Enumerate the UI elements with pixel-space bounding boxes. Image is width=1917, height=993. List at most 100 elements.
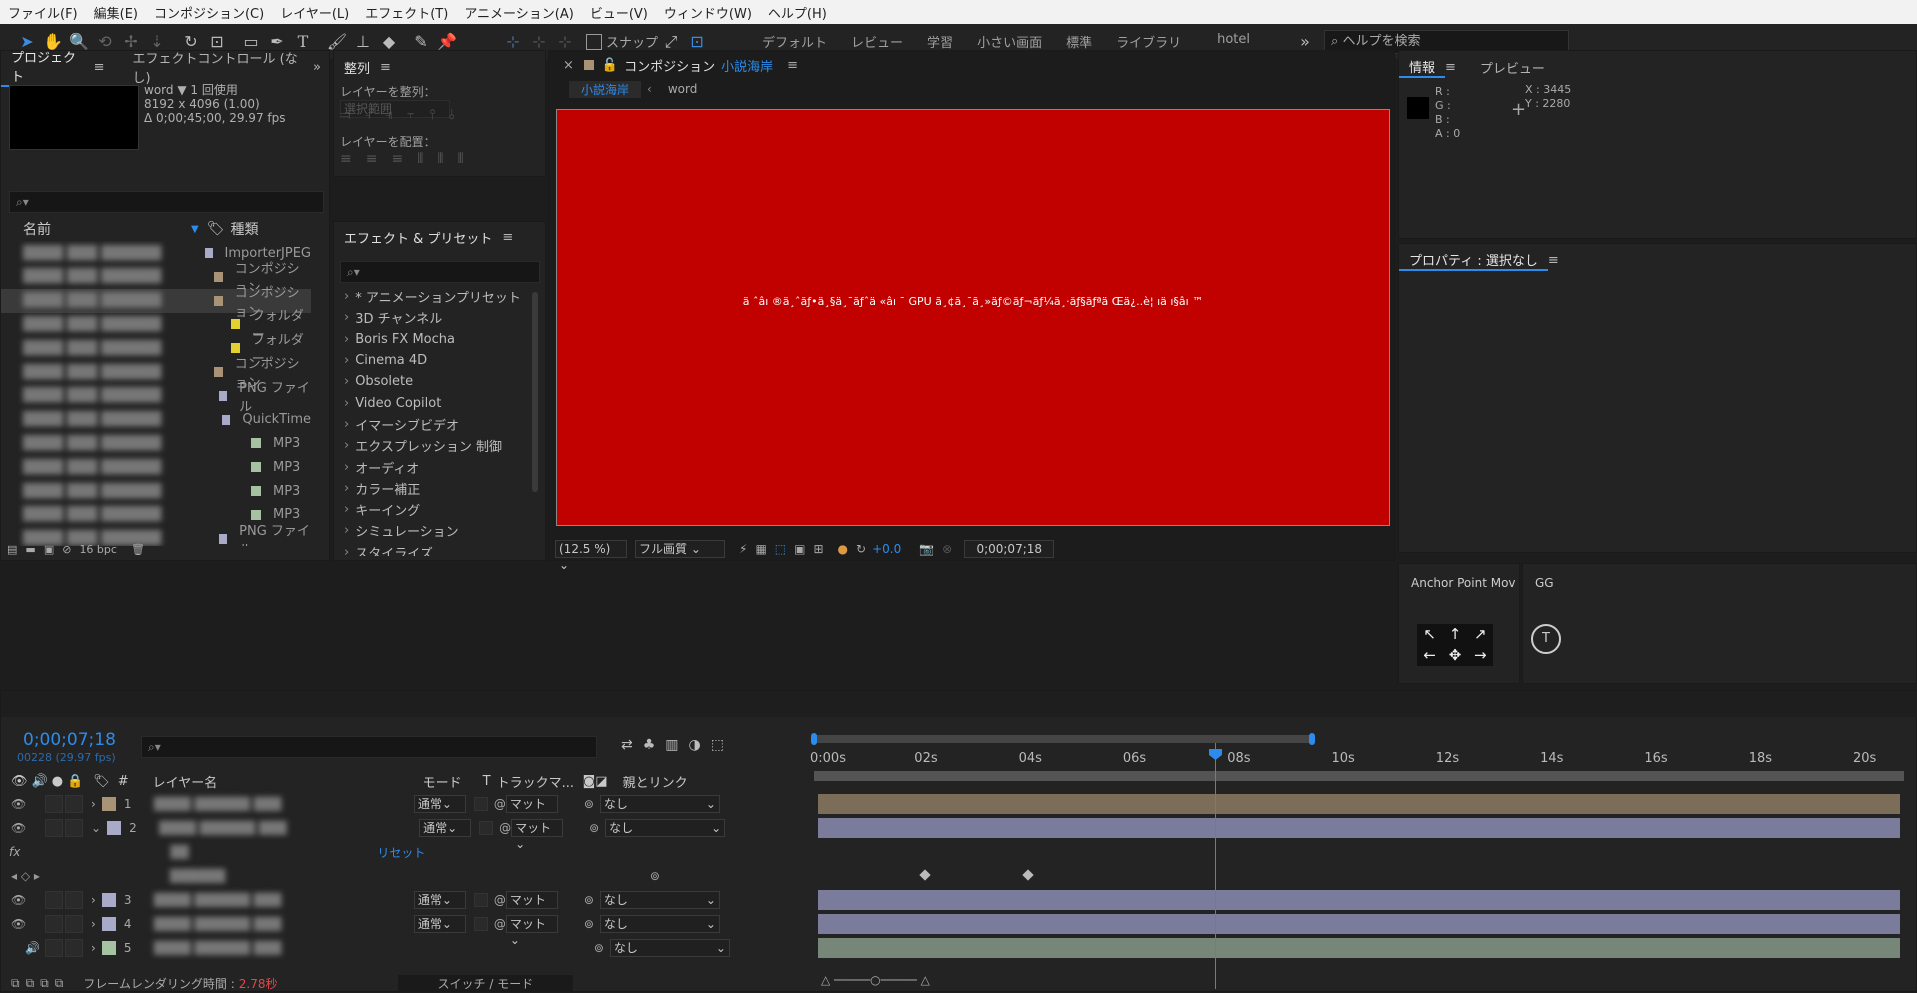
track-matte-select[interactable]: マット⌄	[511, 819, 564, 851]
layer-name[interactable]: ████ ██████ ███	[154, 941, 414, 955]
expand-arrow-icon[interactable]: ›	[91, 893, 96, 907]
table-row[interactable]: fx ██ リセット	[1, 840, 811, 864]
time-ruler[interactable]: 0:00s 02s 04s 06s 08s 10s 12s 14s 16s 18s 20s	[810, 745, 1904, 771]
lock-toggle[interactable]	[65, 915, 83, 933]
comp-timecode[interactable]: 0;00;07;18	[964, 540, 1055, 558]
preserve-transparency-toggle[interactable]	[473, 797, 488, 811]
layer-color-swatch[interactable]	[101, 893, 116, 907]
info-menu-icon[interactable]: ≡	[1445, 60, 1456, 75]
grid-guides-icon[interactable]: ⊞	[813, 542, 823, 556]
track-matte-icon[interactable]: @	[499, 821, 511, 835]
layer-color-swatch[interactable]	[101, 917, 116, 931]
menu-item-0[interactable]: ファイル(F)	[0, 3, 86, 22]
table-row[interactable]: 🔊 › 5 ████ ██████ ███ ⊚ なし ⌄	[1, 936, 811, 960]
effect-category[interactable]: › オーディオ	[334, 456, 529, 477]
effects-search-input[interactable]: ⌕▾	[340, 261, 540, 283]
effect-category[interactable]: › スタイライズ	[334, 542, 529, 556]
playhead[interactable]	[1215, 743, 1216, 989]
anchor-tr-icon[interactable]: ↗	[1468, 624, 1493, 645]
comp-tab-name[interactable]: 小説海岸	[721, 56, 773, 75]
parent-pickwhip-icon[interactable]: ⊚	[584, 917, 594, 931]
preserve-transparency-toggle[interactable]	[479, 821, 494, 835]
parent-select[interactable]: なし ⌄	[599, 795, 720, 813]
visibility-icon[interactable]: 👁	[11, 797, 31, 811]
table-row[interactable]: ◂ ◇ ▸ ██████ ⊚	[1, 864, 811, 888]
visibility-icon[interactable]: 👁	[11, 917, 31, 931]
channel-rgb-icon[interactable]: ●	[838, 542, 848, 556]
timeline-footer-icons[interactable]: ⧉⧉⧉⧉	[11, 976, 69, 991]
switch-mode-toggle[interactable]: スイッチ / モード	[397, 974, 574, 992]
effect-category[interactable]: › * アニメーションプリセット	[334, 286, 529, 307]
lock-toggle[interactable]	[65, 795, 83, 813]
track-matte-select[interactable]: マット⌄	[505, 795, 558, 827]
parent-select[interactable]: なし ⌄	[599, 891, 720, 909]
effect-category[interactable]: › Video Copilot	[334, 392, 529, 413]
expand-arrow-icon[interactable]: ›	[91, 941, 96, 955]
effect-category[interactable]: › エクスプレッション 制御	[334, 435, 529, 456]
table-row[interactable]: 👁 › 4 ████ ██████ ███ 通常⌄ @ マット⌄ ⊚ なし ⌄	[1, 912, 811, 947]
column-type-header[interactable]: 種類	[230, 219, 258, 239]
project-search-input[interactable]: ⌕▾	[9, 191, 324, 213]
expand-arrow-icon[interactable]: ⌄	[91, 821, 101, 835]
layer-duration-bar[interactable]	[818, 818, 1900, 838]
solo-toggle[interactable]	[45, 939, 63, 957]
project-item[interactable]: ████ ███ ██████ MP3	[1, 479, 311, 503]
visibility-icon[interactable]: 👁	[11, 821, 31, 835]
interpret-footage-icon[interactable]: ▤	[7, 543, 17, 556]
layer-color-swatch[interactable]	[101, 941, 116, 955]
parent-select[interactable]: なし ⌄	[605, 819, 726, 837]
show-snapshot-icon[interactable]: ⊗	[942, 542, 952, 556]
menu-item-2[interactable]: コンポジション(C)	[146, 3, 272, 22]
mode-select[interactable]: 通常⌄	[413, 795, 466, 813]
visibility-icon[interactable]: 👁	[11, 893, 31, 907]
track-matte-select[interactable]: マット⌄	[505, 915, 558, 947]
layer-name[interactable]: ████ ██████ ███	[154, 797, 414, 811]
parent-pickwhip-icon[interactable]: ⊚	[584, 893, 594, 907]
expand-arrow-icon[interactable]: ›	[91, 917, 96, 931]
zoom-select[interactable]: (12.5 %) ⌄	[555, 540, 627, 572]
project-item[interactable]: ████ ███ ██████ QuickTime	[1, 408, 311, 432]
preserve-transparency-toggle[interactable]	[473, 917, 488, 931]
audio-icon[interactable]: 🔊	[25, 941, 45, 955]
project-menu-icon[interactable]: ≡	[94, 60, 105, 75]
table-row[interactable]: 👁 ⌄ 2 ████ ██████ ███ 通常⌄ @ マット⌄ ⊚ なし ⌄	[1, 816, 811, 851]
tab-effect-controls[interactable]: エフェクトコントロール (なし)	[123, 48, 314, 86]
project-item[interactable]: ████ ███ ██████ MP3	[1, 455, 311, 479]
work-area-bar[interactable]	[814, 735, 1314, 743]
new-folder-icon[interactable]: ▬	[25, 543, 35, 556]
tab-preview[interactable]: プレビュー	[1470, 58, 1555, 77]
lock-toggle[interactable]	[65, 819, 83, 837]
exposure-value[interactable]: +0.0	[872, 542, 901, 556]
close-comp-icon[interactable]: ×	[563, 58, 574, 73]
anchor-l-icon[interactable]: ←	[1417, 645, 1442, 666]
timeline-timecode[interactable]: 0;00;07;18	[23, 730, 116, 750]
mask-path-icon[interactable]: ⬚	[775, 542, 786, 556]
preserve-transparency-toggle[interactable]	[473, 893, 488, 907]
keyframe-icon[interactable]	[919, 869, 931, 881]
timeline-switches-icons[interactable]: ⇄♣▥◑⬚	[621, 737, 734, 753]
menu-item-5[interactable]: アニメーション(A)	[456, 3, 582, 22]
parent-pickwhip-icon[interactable]: ⊚	[594, 941, 604, 955]
menu-item-1[interactable]: 編集(E)	[86, 3, 146, 22]
mode-select[interactable]: 通常⌄	[413, 915, 466, 933]
breadcrumb-active[interactable]: 小説海岸	[569, 80, 642, 98]
menu-item-3[interactable]: レイヤー(L)	[272, 3, 357, 22]
tab-properties[interactable]: プロパティ : 選択なし	[1399, 250, 1548, 271]
fast-preview-icon[interactable]: ⚡	[739, 542, 747, 556]
effect-category[interactable]: › Boris FX Mocha	[334, 329, 529, 350]
parent-pickwhip-icon[interactable]: ⊚	[589, 821, 599, 835]
effect-category[interactable]: › キーイング	[334, 499, 529, 520]
layer-name[interactable]: ████ ██████ ███	[159, 821, 419, 835]
effect-category[interactable]: › Obsolete	[334, 371, 529, 392]
label-tag-icon[interactable]: 🏷	[207, 221, 225, 237]
layer-duration-bar[interactable]	[818, 890, 1900, 910]
anchor-r-icon[interactable]: →	[1468, 645, 1493, 666]
work-area-start[interactable]	[811, 733, 817, 745]
quality-select[interactable]: フル画質 ⌄	[635, 540, 725, 558]
timeline-zoom-slider[interactable]: △ ─────○───── △	[821, 973, 1161, 993]
keyframe-nav-icon[interactable]: ◂ ◇ ▸	[11, 869, 40, 883]
timeline-search-input[interactable]: ⌕▾	[141, 736, 597, 758]
snapshot-icon[interactable]: 📷	[919, 542, 934, 556]
solo-toggle[interactable]	[45, 819, 63, 837]
expand-arrow-icon[interactable]: ›	[91, 797, 96, 811]
